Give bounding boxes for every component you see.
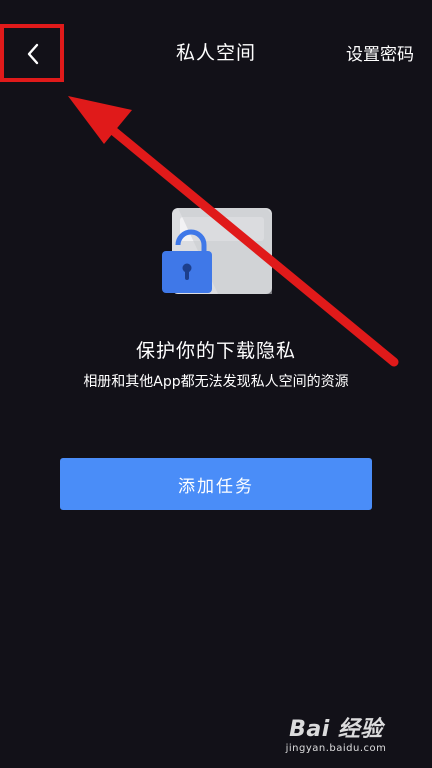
add-task-button[interactable]: 添加任务: [60, 458, 372, 510]
headline: 保护你的下载隐私: [135, 340, 296, 362]
watermark: Bai 经验 jingyan.baidu.com: [266, 711, 406, 754]
watermark-logo: Bai 经验: [289, 717, 383, 742]
private-space-screen: 私人空间 设置密码 保护你的下载隐私 相册和其他App都无法发现私人空间的资源 …: [0, 0, 432, 768]
description: 相册和其他App都无法发现私人空间的资源: [83, 374, 349, 390]
chevron-left-icon: [27, 43, 39, 65]
set-password-button[interactable]: 设置密码: [346, 40, 414, 65]
lock-folder-icon: [162, 208, 272, 294]
top-bar: 私人空间 设置密码: [0, 0, 432, 96]
watermark-url: jingyan.baidu.com: [285, 743, 387, 754]
back-button[interactable]: [0, 24, 66, 84]
